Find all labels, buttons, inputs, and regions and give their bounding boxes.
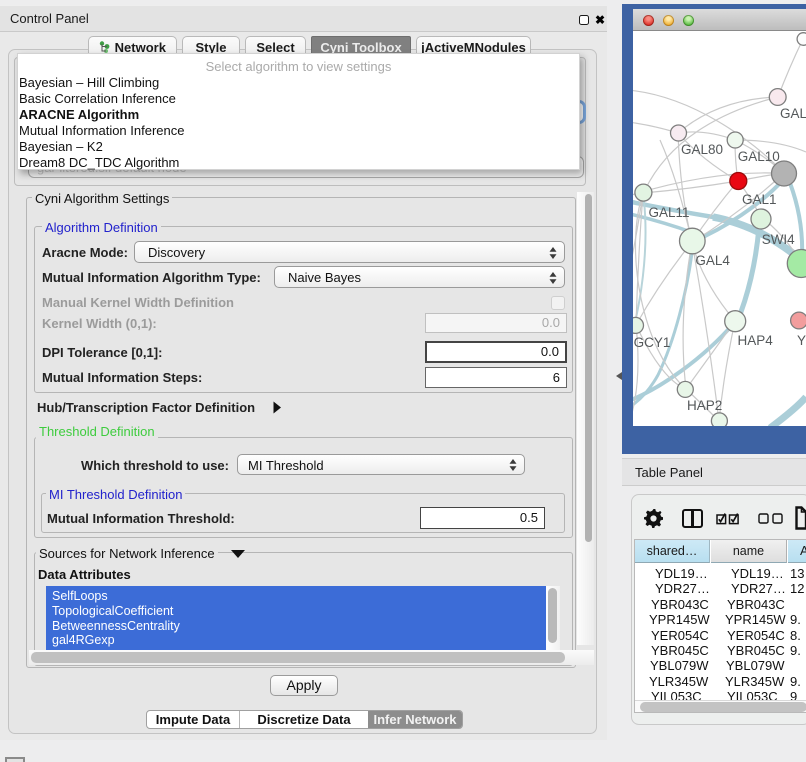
svg-text:YE: YE [797, 333, 806, 348]
svg-text:GCY1: GCY1 [634, 335, 671, 350]
svg-text:HAP4: HAP4 [737, 333, 773, 348]
svg-text:HAP2: HAP2 [687, 398, 722, 413]
svg-text:GAL10: GAL10 [738, 149, 780, 164]
svg-text:GAL4: GAL4 [695, 253, 730, 268]
svg-text:GAL11: GAL11 [648, 205, 689, 220]
svg-text:GAL7: GAL7 [780, 106, 806, 121]
svg-text:GAL80: GAL80 [681, 142, 723, 157]
svg-text:GAL1: GAL1 [742, 192, 777, 207]
svg-text:SWI4: SWI4 [762, 232, 795, 247]
